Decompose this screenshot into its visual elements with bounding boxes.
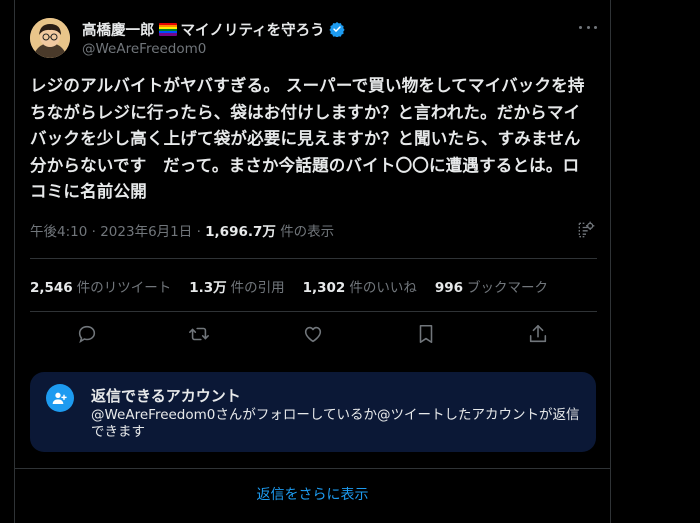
rainbow-flag-icon (158, 22, 177, 36)
stat-value: 1.3万 (189, 280, 227, 296)
reply-icon[interactable] (76, 323, 98, 345)
share-icon[interactable] (527, 323, 549, 345)
divider (30, 311, 597, 312)
author-name[interactable]: 高橋慶一郎 (82, 19, 155, 40)
account-restriction-icon (46, 384, 74, 412)
stat-value: 1,302 (302, 280, 346, 296)
analytics-icon[interactable] (576, 220, 596, 240)
stat-label: ブックマーク (467, 280, 549, 296)
author-name-suffix[interactable]: マイノリティを守ろう (181, 19, 325, 40)
retweet-icon[interactable] (188, 323, 210, 345)
author-name-row[interactable]: 高橋慶一郎 マイノリティを守ろう (82, 19, 345, 39)
bookmark-icon[interactable] (415, 323, 437, 345)
reply-restriction-description: @WeAreFreedom0さんがフォローしているか@ツイートしたアカウントが返… (91, 407, 580, 440)
tweet-date[interactable]: 2023年6月1日 (100, 224, 192, 240)
stat-retweets[interactable]: 2,546 件のリツイート (30, 276, 171, 296)
tweet-text-line: コミに名前公開 (30, 182, 147, 201)
show-more-replies-link[interactable]: 返信をさらに表示 (14, 468, 611, 518)
stat-likes[interactable]: 1,302 件のいいね (303, 276, 417, 296)
tweet-text: レジのアルバイトがヤバすぎる。 スーパーで買い物をしてマイバックを持 ちながらレ… (30, 73, 600, 206)
avatar-image (30, 18, 70, 58)
tweet-text-line: 分からないです だって。まさか今話題のバイト〇〇に遭遇するとは。ロ (30, 155, 580, 175)
author-handle[interactable]: @WeAreFreedom0 (82, 41, 206, 57)
meta-separator: · (196, 224, 206, 240)
author-avatar[interactable] (30, 18, 70, 58)
engagement-stats: 2,546 件のリツイート 1.3万 件の引用 1,302 件のいいね 996 ブックマ… (30, 276, 548, 296)
stat-label: 件のリツイート (76, 280, 172, 296)
tweet-meta: 午後4:10 · 2023年6月1日 · 1,696.7万 件の表示 (30, 220, 334, 240)
divider (30, 258, 597, 259)
views-label: 件の表示 (280, 224, 335, 240)
more-options-icon[interactable] (579, 20, 597, 34)
reply-restriction-title: 返信できるアカウント (91, 387, 241, 405)
meta-separator: · (91, 224, 101, 240)
stat-label: 件の引用 (230, 280, 285, 296)
like-icon[interactable] (302, 323, 324, 345)
stat-quotes[interactable]: 1.3万 件の引用 (189, 276, 284, 296)
stat-bookmarks[interactable]: 996 ブックマーク (435, 276, 548, 296)
tweet-text-line: ちながらレジに行ったら、袋はお付けしますか？と言われた。だからマイ (30, 102, 581, 122)
verified-badge-icon[interactable] (329, 21, 345, 37)
reply-restriction-box: 返信できるアカウント @WeAreFreedom0さんがフォローしているか@ツイ… (30, 372, 596, 452)
views-count: 1,696.7万 (205, 224, 276, 240)
action-bar (30, 323, 597, 347)
tweet-text-line: レジのアルバイトがヤバすぎる。 スーパーで買い物をしてマイバックを持 (30, 76, 585, 95)
stat-value: 2,546 (30, 280, 73, 296)
stat-label: 件のいいね (349, 280, 417, 296)
stat-value: 996 (434, 280, 464, 296)
tweet-text-line: バックを少し高く上げて袋が必要に見えますか？と聞いたら、すみません (30, 129, 581, 148)
tweet-time[interactable]: 午後4:10 (30, 224, 87, 240)
